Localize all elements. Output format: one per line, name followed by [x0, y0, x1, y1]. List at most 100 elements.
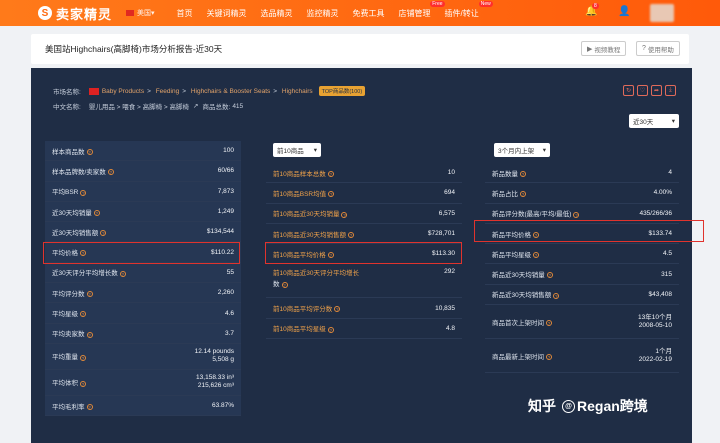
table-row: 平均BSR? 7,873	[45, 181, 241, 202]
refresh-icon[interactable]: ↻	[623, 85, 634, 96]
help-icon[interactable]: ?	[334, 306, 341, 313]
help-icon[interactable]: ?	[80, 380, 86, 387]
help-icon[interactable]: ?	[86, 291, 93, 297]
user-icon[interactable]: 👤	[618, 6, 630, 17]
chinese-name-row: 中文名称: 婴儿用品 > 喂食 > 高脚椅 > 高脚椅 ↗ 商品总数: 415	[53, 101, 244, 112]
help-icon[interactable]: ?	[546, 272, 553, 279]
chevron-down-icon: ▾	[542, 147, 546, 154]
table-row: 样本商品数? 100	[45, 141, 241, 162]
help-icon[interactable]: ?	[573, 211, 580, 218]
help-icon[interactable]: ?	[107, 169, 114, 176]
help-icon[interactable]: ?	[520, 191, 526, 198]
chevron-down-icon: ▾	[313, 147, 317, 154]
watermark: 知乎 @ Regan跨境	[528, 396, 648, 416]
favorite-icon[interactable]: ♡	[637, 85, 648, 96]
table-row: 前10商品样本总数? 10	[266, 163, 462, 184]
logo-text: 卖家精灵	[56, 6, 113, 22]
nav-item-store-label: 店铺管理	[398, 8, 431, 18]
highlight-new-avg-price	[474, 220, 704, 242]
table-row: 平均重量? 12.14 pounds 5,508 g	[45, 343, 241, 370]
table-row: 平均星级? 4.6	[45, 303, 241, 324]
logo[interactable]: S 卖家精灵	[38, 4, 112, 23]
total-products-label: 商品总数:	[202, 104, 231, 111]
table-row: 平均体积? 13,158.33 in³ 215,626 cm³	[45, 369, 241, 396]
market-name-row: 市场名称: Baby Products > Feeding > Highchairs…	[53, 86, 366, 96]
external-link-icon[interactable]: ↗	[193, 102, 198, 110]
nav-item-store[interactable]: 店铺管理 Free	[398, 0, 445, 19]
table-row: 近30天均销售额? $134,544	[45, 222, 241, 243]
breadcrumb-item[interactable]: Baby Products	[102, 88, 144, 95]
total-products-value: 415	[232, 102, 244, 110]
help-icon[interactable]: ?	[546, 353, 552, 360]
page-title: 美国站Highchairs(高脚椅)市场分析报告-近30天	[45, 44, 223, 54]
help-icon[interactable]: ?	[341, 211, 348, 218]
table-row: 平均毛利率? 63.87%	[45, 395, 241, 417]
free-badge: Free	[430, 0, 445, 7]
help-icon[interactable]: ?	[347, 231, 354, 238]
table-row: 商品最新上架时间? 1个月 2022-02-19	[485, 339, 679, 374]
highlight-top10-avg-price	[265, 242, 462, 264]
breadcrumb-item[interactable]: Highchairs & Booster Seats	[191, 88, 270, 95]
help-icon[interactable]: ?	[86, 331, 93, 338]
nav-item-plugin[interactable]: 插件/转让 New	[445, 0, 493, 19]
help-button[interactable]: ? 使用帮助	[636, 41, 680, 56]
help-icon[interactable]: ?	[533, 252, 539, 259]
region-label: 美国	[137, 10, 152, 17]
nav-item-keyword[interactable]: 关键词精灵	[207, 8, 247, 19]
avatar[interactable]	[650, 4, 674, 22]
nav-menu: 首页 关键词精灵 选品精灵 监控精灵 免费工具 店铺管理 Free 插件/转让 Ne…	[177, 0, 493, 19]
nav-item-monitor[interactable]: 监控精灵	[307, 8, 339, 19]
at-icon: @	[562, 399, 575, 413]
listing-age-select-value: 3个月内上架	[498, 148, 535, 155]
share-icon[interactable]: ➦	[651, 85, 662, 96]
table-row: 近30天均销量? 1,249	[45, 201, 241, 223]
listing-age-select[interactable]: 3个月内上架 ▾	[494, 143, 550, 157]
us-flag-icon	[88, 87, 99, 95]
download-icon[interactable]: ⤓	[665, 85, 676, 96]
help-icon[interactable]: ?	[86, 148, 93, 155]
highlight-avg-price	[43, 242, 240, 264]
help-icon[interactable]: ?	[80, 189, 87, 196]
watermark-author: Regan跨境	[577, 398, 648, 414]
table-row: 新品数量? 4	[485, 163, 679, 184]
nav-item-free-tools[interactable]: 免费工具	[353, 8, 385, 19]
top-n-select[interactable]: 前10商品 ▾	[273, 143, 321, 157]
breadcrumb-item[interactable]: Highchairs	[282, 88, 313, 95]
top-n-select-value: 前10商品	[277, 148, 304, 155]
region-selector[interactable]: 美国 ▾	[126, 8, 155, 18]
chinese-name-label: 中文名称:	[53, 104, 81, 111]
help-icon[interactable]: ?	[93, 209, 100, 216]
help-icon[interactable]: ?	[80, 354, 86, 361]
top-products-badge: TOP商品数(100)	[318, 86, 366, 96]
table-row: 平均卖家数? 3.7	[45, 323, 241, 344]
notification-count: 8	[592, 3, 599, 9]
help-icon[interactable]: ?	[119, 270, 126, 277]
help-icon[interactable]: ?	[520, 170, 526, 177]
play-icon: ▶	[587, 45, 593, 53]
overview-table: 样本商品数? 100 样本品牌数/卖家数? 60/66 平均BSR? 7,873 近3…	[45, 141, 241, 417]
table-row: 样本品牌数/卖家数? 60/66	[45, 161, 241, 182]
nav-item-home[interactable]: 首页	[177, 8, 193, 19]
period-select[interactable]: 近30天 ▾	[629, 114, 679, 128]
video-tutorial-label: 视频教程	[594, 46, 621, 54]
help-icon[interactable]: ?	[80, 311, 86, 318]
table-row: 前10商品近30天均销量? 6,575	[266, 204, 462, 224]
table-row: 新品近30天均销量? 315	[485, 264, 679, 285]
chevron-down-icon: ▾	[151, 10, 155, 17]
top-navbar: S 卖家精灵 美国 ▾ 首页 关键词精灵 选品精灵 监控精灵 免费工具 店铺管理…	[0, 0, 720, 26]
help-icon[interactable]: ?	[281, 281, 288, 288]
chinese-name-value: 婴儿用品 > 喂食 > 高脚椅 > 高脚椅	[88, 104, 190, 111]
table-row: 新品近30天均销售额? $43,408	[485, 285, 679, 306]
help-icon[interactable]: ?	[553, 292, 560, 299]
help-icon: ?	[642, 45, 646, 52]
nav-item-product[interactable]: 选品精灵	[261, 8, 293, 19]
video-tutorial-button[interactable]: ▶ 视频教程	[581, 41, 627, 56]
help-icon[interactable]: ?	[100, 230, 107, 237]
help-icon[interactable]: ?	[327, 170, 334, 177]
help-icon[interactable]: ?	[546, 319, 552, 326]
table-row: 新品占比? 4.00%	[485, 183, 679, 204]
help-icon[interactable]: ?	[327, 326, 334, 333]
breadcrumb-item[interactable]: Feeding	[156, 88, 180, 95]
help-icon[interactable]: ?	[86, 403, 93, 410]
help-icon[interactable]: ?	[328, 191, 335, 198]
